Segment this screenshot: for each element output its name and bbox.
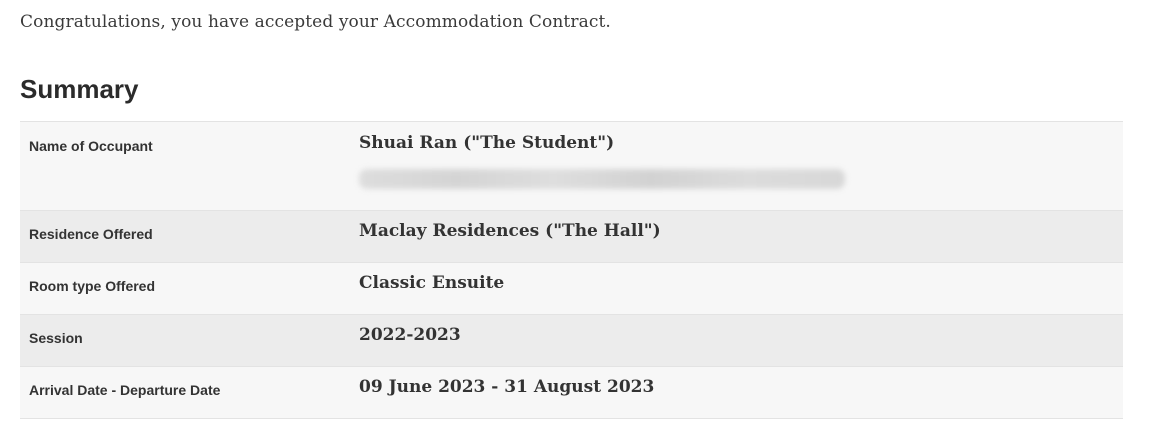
summary-row-occupant: Name of Occupant Shuai Ran ("The Student… — [20, 122, 1123, 211]
accommodation-confirmation-page: Congratulations, you have accepted your … — [0, 0, 1156, 439]
summary-label: Room type Offered — [29, 278, 156, 294]
summary-label: Arrival Date - Departure Date — [29, 382, 221, 398]
summary-value: Shuai Ran ("The Student") — [359, 133, 615, 153]
summary-row-session: Session 2022-2023 — [20, 315, 1123, 367]
summary-row-room-type: Room type Offered Classic Ensuite — [20, 263, 1123, 315]
summary-table: Name of Occupant Shuai Ran ("The Student… — [20, 121, 1123, 419]
summary-heading: Summary — [20, 74, 139, 104]
summary-value: 09 June 2023 - 31 August 2023 — [359, 377, 655, 397]
redacted-address — [359, 169, 845, 189]
summary-value: Classic Ensuite — [359, 273, 505, 293]
summary-label: Residence Offered — [29, 226, 153, 242]
summary-value: Maclay Residences ("The Hall") — [359, 221, 661, 241]
summary-value: 2022-2023 — [359, 325, 461, 345]
confirmation-message: Congratulations, you have accepted your … — [20, 12, 611, 32]
summary-row-dates: Arrival Date - Departure Date 09 June 20… — [20, 367, 1123, 419]
summary-label: Name of Occupant — [29, 138, 153, 154]
summary-label: Session — [29, 330, 83, 346]
summary-row-residence: Residence Offered Maclay Residences ("Th… — [20, 211, 1123, 263]
